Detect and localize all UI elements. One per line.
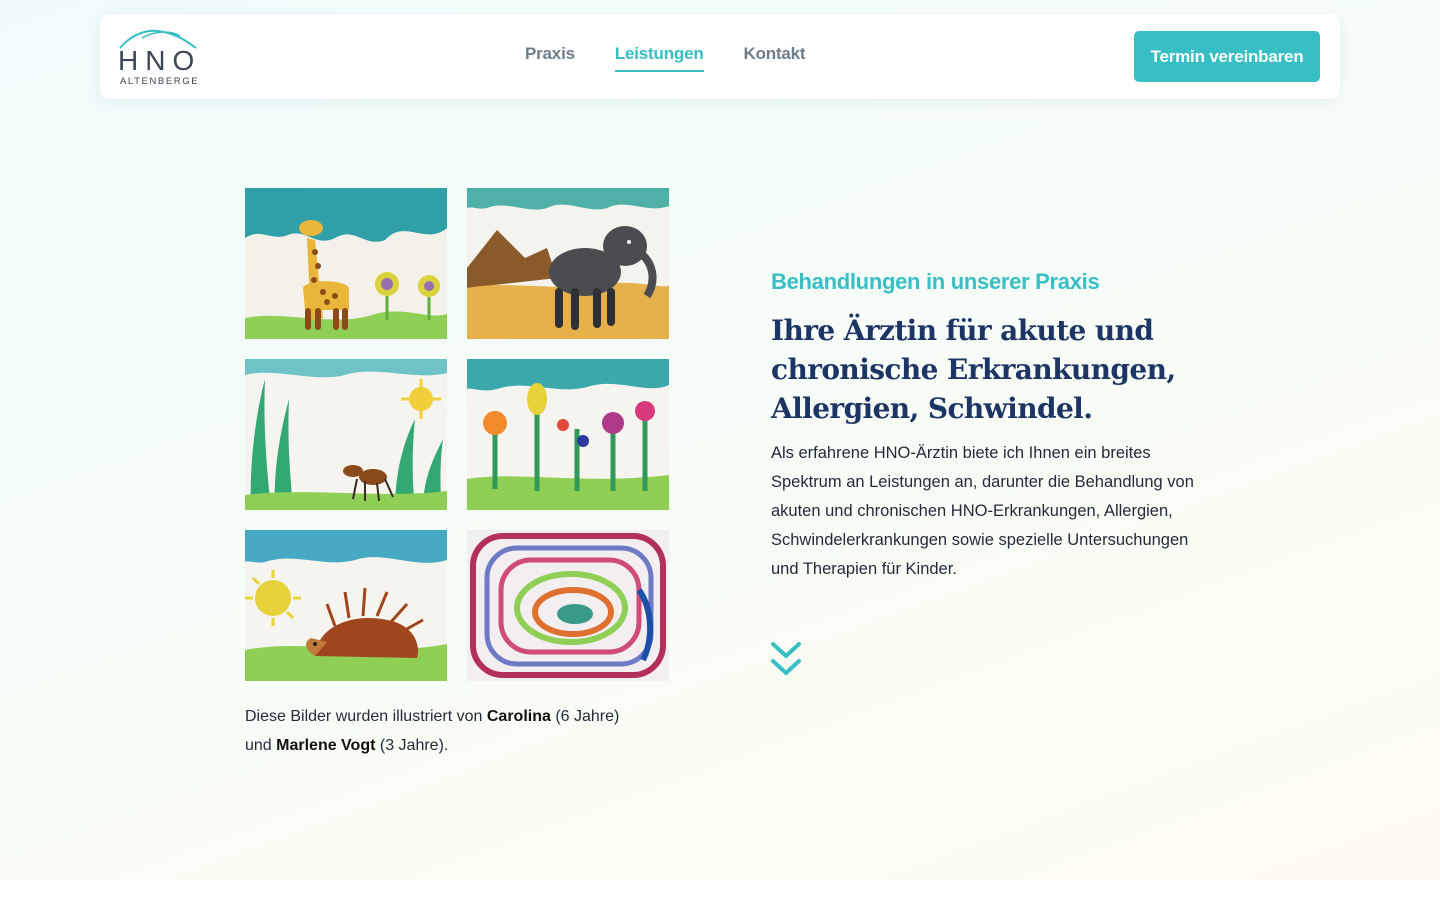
- caption-artist-1: Carolina: [486, 708, 551, 725]
- caption-age-2: (3 Jahre).: [375, 737, 449, 754]
- logo-subtext: ALTENBERGE: [120, 76, 200, 87]
- caption-connector: und: [245, 737, 277, 754]
- abstract-painting: [467, 530, 669, 681]
- flowers-image: [467, 359, 669, 510]
- section-headline: Ihre Ärztin für akute und chronische Erk…: [771, 314, 1176, 425]
- children-paintings-gallery: [245, 188, 669, 681]
- gallery-caption: Diese Bilder wurden illustriert von Caro…: [245, 702, 675, 760]
- caption-age-1: (6 Jahre): [550, 708, 620, 725]
- hedgehog-painting: [245, 530, 447, 681]
- section-body: Als erfahrene HNO-Ärztin biete ich Ihnen…: [771, 444, 1194, 578]
- nav-item-praxis[interactable]: Praxis: [525, 42, 575, 72]
- ant-painting: [245, 359, 447, 510]
- appointment-button[interactable]: Termin vereinbaren: [1134, 31, 1320, 82]
- scroll-down-button[interactable]: [770, 640, 802, 680]
- hedgehog-image: [245, 530, 447, 681]
- caption-artist-2: Marlene Vogt: [276, 737, 376, 754]
- nav-item-leistungen[interactable]: Leistungen: [614, 42, 704, 72]
- abstract-image: [467, 530, 669, 681]
- giraffe-image: [245, 188, 447, 339]
- flowers-painting: [467, 359, 669, 510]
- caption-prefix: Diese Bilder wurden illustriert von: [245, 708, 487, 725]
- section-eyebrow: Behandlungen in unserer Praxis: [771, 269, 1100, 294]
- double-chevron-down-icon: [771, 642, 801, 675]
- footer-edge: [0, 880, 1440, 900]
- logo[interactable]: HNO ALTENBERGE: [118, 26, 198, 88]
- elephant-painting: [467, 188, 669, 339]
- main-nav: Praxis Leistungen Kontakt: [525, 42, 806, 72]
- giraffe-painting: [245, 188, 447, 339]
- elephant-image: [467, 188, 669, 339]
- nav-item-kontakt[interactable]: Kontakt: [744, 42, 806, 72]
- ant-image: [245, 359, 447, 510]
- logo-text: HNO: [118, 45, 202, 76]
- site-header: HNO ALTENBERGE Praxis Leistungen Kontakt…: [100, 14, 1340, 99]
